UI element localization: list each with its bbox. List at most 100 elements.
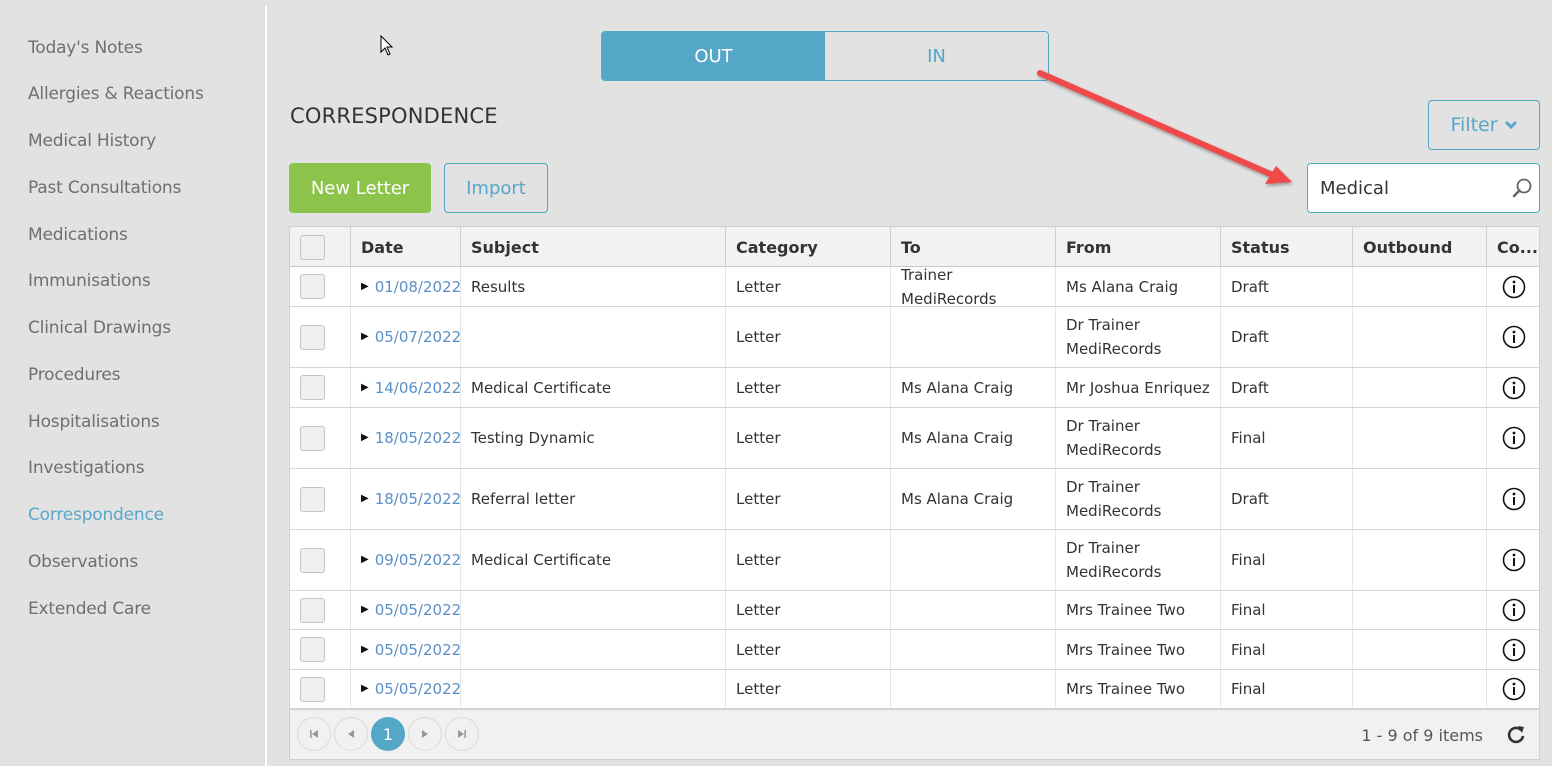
table-row[interactable]: ▶ 14/06/2022 Medical Certificate Letter Ms A… <box>290 368 1539 408</box>
info-icon[interactable] <box>1502 598 1526 622</box>
sidebar-item-procedures[interactable]: Procedures <box>28 365 120 385</box>
table-row[interactable]: ▶ 05/05/2022 Letter Mrs Trainee Two Final <box>290 670 1539 709</box>
column-header-to[interactable]: To <box>890 227 1055 267</box>
first-page-icon <box>310 730 318 738</box>
date-link[interactable]: 05/07/2022 <box>375 325 461 349</box>
cell-comments <box>1486 408 1541 468</box>
subject-text: Results <box>471 277 526 296</box>
toggle-out[interactable]: OUT <box>602 32 825 80</box>
refresh-icon[interactable] <box>1505 724 1527 746</box>
status-text: Draft <box>1231 378 1269 397</box>
info-icon[interactable] <box>1502 426 1526 450</box>
table-row[interactable]: ▶ 05/05/2022 Letter Mrs Trainee Two Final <box>290 630 1539 670</box>
cell-category: Letter <box>725 469 890 529</box>
row-checkbox[interactable] <box>300 676 325 702</box>
info-icon[interactable] <box>1502 677 1526 701</box>
date-link[interactable]: 09/05/2022 <box>375 548 461 572</box>
sidebar-item-hospitalisations[interactable]: Hospitalisations <box>28 412 160 432</box>
cell-status: Draft <box>1220 267 1352 306</box>
info-icon[interactable] <box>1502 275 1526 299</box>
row-checkbox[interactable] <box>300 486 325 512</box>
sidebar-item-today-s-notes[interactable]: Today's Notes <box>28 38 143 58</box>
toggle-in[interactable]: IN <box>825 32 1048 80</box>
column-header-comments[interactable]: Co... <box>1486 227 1541 267</box>
table-row[interactable]: ▶ 05/05/2022 Letter Mrs Trainee Two Final <box>290 591 1539 630</box>
table-row[interactable]: ▶ 18/05/2022 Referral letter Letter Ms Alana… <box>290 469 1539 530</box>
expand-row-icon[interactable]: ▶ <box>361 638 369 662</box>
expand-row-icon[interactable]: ▶ <box>361 548 369 572</box>
cell-to <box>890 307 1055 367</box>
date-link[interactable]: 14/06/2022 <box>375 376 461 400</box>
sidebar-item-investigations[interactable]: Investigations <box>28 458 145 478</box>
info-icon[interactable] <box>1502 487 1526 511</box>
expand-row-icon[interactable]: ▶ <box>361 376 369 400</box>
expand-row-icon[interactable]: ▶ <box>361 325 369 349</box>
expand-row-icon[interactable]: ▶ <box>361 677 369 701</box>
row-checkbox[interactable] <box>300 597 325 623</box>
import-button[interactable]: Import <box>444 163 548 213</box>
filter-button[interactable]: Filter <box>1428 100 1540 150</box>
row-checkbox[interactable] <box>300 274 325 299</box>
next-page-icon <box>422 730 428 738</box>
last-page-button[interactable] <box>445 717 479 751</box>
info-icon[interactable] <box>1502 638 1526 662</box>
from-text: Dr Trainer MediRecords <box>1066 316 1162 358</box>
date-link[interactable]: 05/05/2022 <box>375 638 461 662</box>
row-select-cell <box>290 307 350 367</box>
search-input[interactable] <box>1308 177 1498 199</box>
new-letter-button[interactable]: New Letter <box>289 163 431 213</box>
sidebar-item-clinical-drawings[interactable]: Clinical Drawings <box>28 318 171 338</box>
sidebar-item-correspondence[interactable]: Correspondence <box>28 505 164 525</box>
date-link[interactable]: 05/05/2022 <box>375 598 461 622</box>
expand-row-icon[interactable]: ▶ <box>361 426 369 450</box>
sidebar-item-allergies-reactions[interactable]: Allergies & Reactions <box>28 84 204 104</box>
last-page-icon <box>458 730 466 738</box>
info-icon[interactable] <box>1502 548 1526 572</box>
previous-page-button[interactable] <box>334 717 368 751</box>
cell-status: Final <box>1220 530 1352 590</box>
search-field <box>1307 163 1540 213</box>
date-link[interactable]: 18/05/2022 <box>375 487 461 511</box>
cell-comments <box>1486 469 1541 529</box>
table-row[interactable]: ▶ 01/08/2022 Results Letter Trainer MediReco… <box>290 266 1539 308</box>
column-header-date[interactable]: Date <box>350 227 460 267</box>
row-checkbox[interactable] <box>300 425 325 451</box>
sidebar-item-observations[interactable]: Observations <box>28 552 138 572</box>
expand-row-icon[interactable]: ▶ <box>361 598 369 622</box>
row-checkbox[interactable] <box>300 547 325 573</box>
cell-from: Dr Trainer MediRecords <box>1055 469 1220 529</box>
column-header-category[interactable]: Category <box>725 227 890 267</box>
next-page-button[interactable] <box>408 717 442 751</box>
table-row[interactable]: ▶ 18/05/2022 Testing Dynamic Letter Ms Alana… <box>290 408 1539 469</box>
search-icon[interactable] <box>1511 177 1533 199</box>
first-page-button[interactable] <box>297 717 331 751</box>
table-row[interactable]: ▶ 09/05/2022 Medical Certificate Letter Dr T… <box>290 530 1539 591</box>
date-link[interactable]: 18/05/2022 <box>375 426 461 450</box>
status-text: Draft <box>1231 490 1269 508</box>
sidebar-item-extended-care[interactable]: Extended Care <box>28 599 151 619</box>
table-row[interactable]: ▶ 05/07/2022 Letter Dr Trainer MediRecords D… <box>290 307 1539 368</box>
sidebar-item-medications[interactable]: Medications <box>28 225 128 245</box>
date-link[interactable]: 05/05/2022 <box>375 677 461 701</box>
date-link[interactable]: 01/08/2022 <box>375 275 461 299</box>
row-checkbox[interactable] <box>300 637 325 662</box>
expand-row-icon[interactable]: ▶ <box>361 487 369 511</box>
row-checkbox[interactable] <box>300 324 325 350</box>
select-all-checkbox[interactable] <box>300 234 325 260</box>
sidebar-item-medical-history[interactable]: Medical History <box>28 131 156 151</box>
expand-row-icon[interactable]: ▶ <box>361 275 369 299</box>
sidebar-nav: Today's Notes Allergies & Reactions Medica… <box>0 0 266 766</box>
pager: 1 1 - 9 of 9 items <box>290 709 1539 759</box>
column-header-outbound[interactable]: Outbound <box>1352 227 1486 267</box>
info-icon[interactable] <box>1502 376 1526 400</box>
column-header-from[interactable]: From <box>1055 227 1220 267</box>
column-header-subject[interactable]: Subject <box>460 227 725 267</box>
sidebar-item-immunisations[interactable]: Immunisations <box>28 271 151 291</box>
sidebar-item-past-consultations[interactable]: Past Consultations <box>28 178 181 198</box>
info-icon[interactable] <box>1502 325 1526 349</box>
cell-status: Final <box>1220 408 1352 468</box>
column-header-status[interactable]: Status <box>1220 227 1352 267</box>
category-text: Letter <box>736 277 781 296</box>
row-checkbox[interactable] <box>300 375 325 400</box>
page-button-current[interactable]: 1 <box>371 717 405 751</box>
